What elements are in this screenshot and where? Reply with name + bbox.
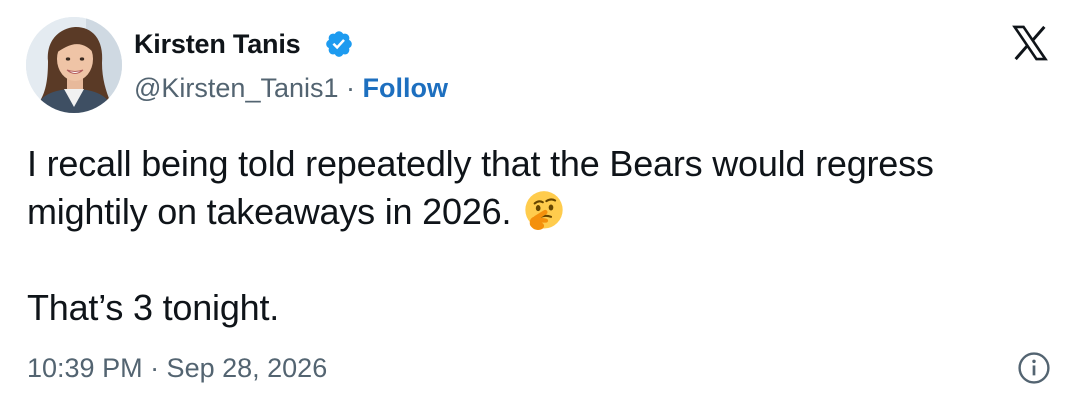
tweet-card: Kirsten Tanis @Kirsten_Tanis1 · Follow I… [0,0,1078,402]
tweet-line-3: That’s 3 tonight. [27,284,1047,332]
tweet-line-1-text: I recall being told repeatedly that the … [27,143,934,184]
author-display-name[interactable]: Kirsten Tanis [134,26,301,62]
info-icon[interactable] [1016,350,1052,386]
x-logo-icon[interactable] [1004,22,1056,64]
tweet-line-1: I recall being told repeatedly that the … [27,140,1047,188]
verified-badge-icon [326,31,352,57]
author-handle-line: @Kirsten_Tanis1 · Follow [134,70,448,106]
thinking-face-emoji-icon [525,191,563,230]
tweet-line-2-text: mightily on takeaways in 2026. [27,191,512,232]
follow-button[interactable]: Follow [363,73,448,103]
avatar[interactable] [26,17,122,113]
tweet-line-2: mightily on takeaways in 2026. [27,188,1047,236]
tweet-text: I recall being told repeatedly that the … [27,140,1047,332]
handle-separator: · [338,73,363,103]
tweet-line-3-text: That’s 3 tonight. [27,287,280,328]
avatar-image [26,17,122,113]
author-handle[interactable]: @Kirsten_Tanis1 [134,73,339,103]
tweet-timestamp[interactable]: 10:39 PM · Sep 28, 2026 [27,350,327,386]
